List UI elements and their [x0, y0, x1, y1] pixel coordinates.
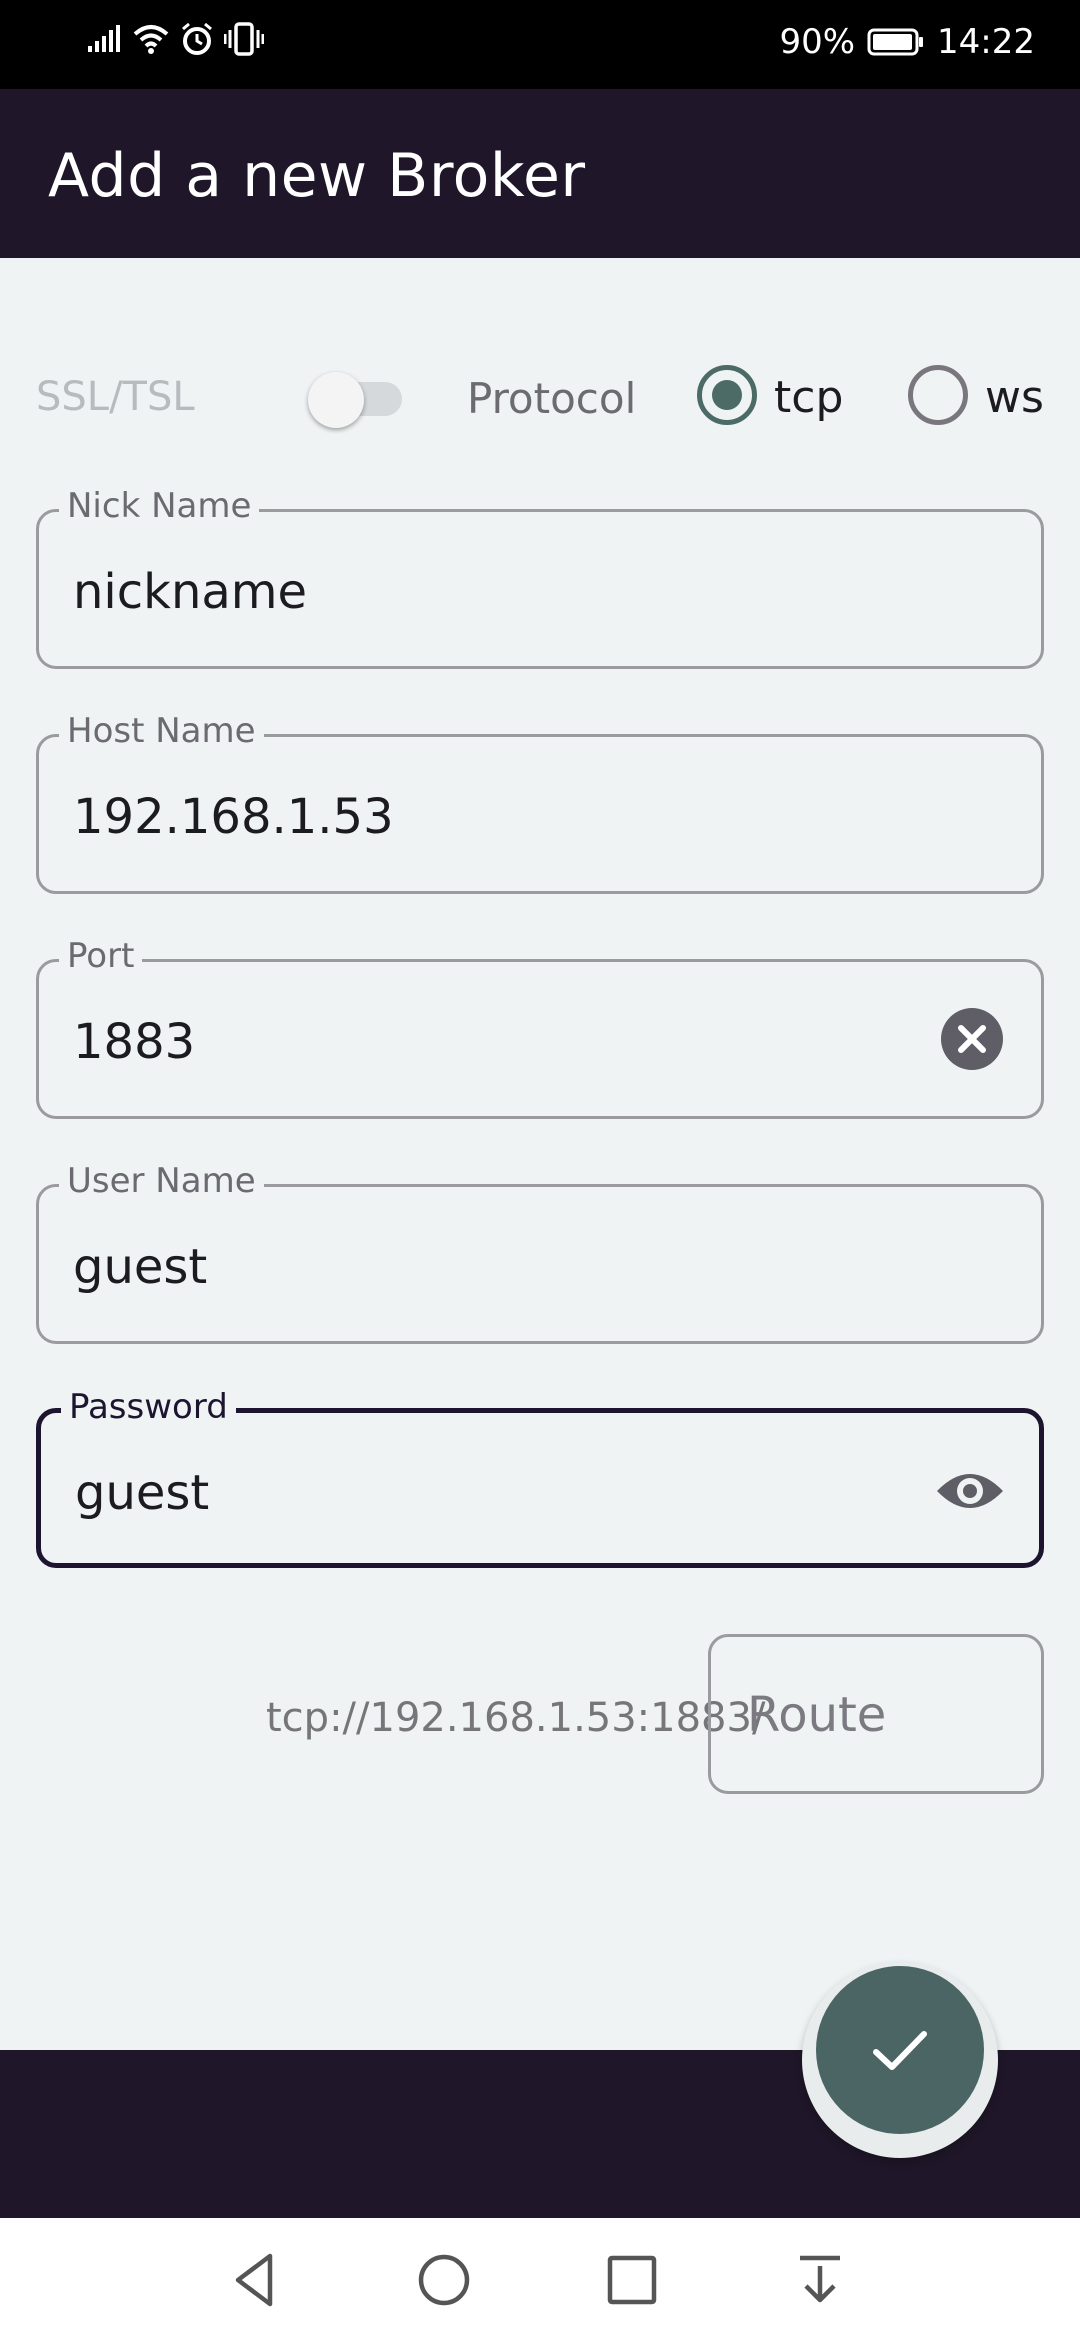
vibrate-icon — [224, 22, 264, 56]
connection-options-row: SSL/TSL Protocol tcp ws — [0, 350, 1080, 440]
clear-icon[interactable] — [941, 1008, 1003, 1070]
home-icon[interactable] — [412, 2248, 476, 2312]
ssl-toggle[interactable] — [308, 372, 404, 428]
alarm-icon — [182, 22, 212, 55]
route-placeholder: Route — [747, 1687, 887, 1743]
notifications-pull-icon[interactable] — [788, 2248, 852, 2312]
broker-url-preview: tcp://192.168.1.53:1883/ — [266, 1695, 766, 1741]
protocol-radio-ws[interactable] — [908, 365, 968, 425]
password-value[interactable]: guest — [75, 1465, 209, 1521]
clock: 14:22 — [937, 22, 1035, 62]
port-value[interactable]: 1883 — [73, 1014, 195, 1070]
password-field[interactable]: Password guest — [36, 1387, 1044, 1568]
battery-icon — [867, 28, 924, 56]
back-icon[interactable] — [224, 2248, 288, 2312]
nick-name-field[interactable]: Nick Name nickname — [36, 486, 1044, 669]
battery-percentage: 90% — [779, 22, 856, 62]
checkmark-icon — [873, 2031, 927, 2070]
host-name-label: Host Name — [59, 711, 264, 751]
visibility-eye-icon[interactable] — [935, 1463, 1005, 1519]
page-title: Add a new Broker — [48, 141, 586, 211]
port-field[interactable]: Port 1883 — [36, 936, 1044, 1119]
protocol-label: Protocol — [467, 374, 637, 423]
protocol-radio-tcp[interactable] — [697, 365, 757, 425]
protocol-radio-tcp-label[interactable]: tcp — [774, 372, 843, 423]
wifi-icon — [133, 25, 169, 54]
host-name-field[interactable]: Host Name 192.168.1.53 — [36, 711, 1044, 894]
status-bar: 90% 14:22 — [0, 0, 1080, 89]
nick-name-value[interactable]: nickname — [73, 564, 307, 620]
password-label: Password — [61, 1387, 236, 1427]
route-input[interactable]: Route — [708, 1634, 1044, 1794]
protocol-radio-ws-label[interactable]: ws — [985, 372, 1044, 423]
signal-icon — [88, 25, 120, 52]
confirm-button[interactable] — [816, 1966, 984, 2134]
user-name-value[interactable]: guest — [73, 1239, 207, 1295]
host-name-value[interactable]: 192.168.1.53 — [73, 789, 394, 845]
user-name-label: User Name — [59, 1161, 264, 1201]
system-nav-bar — [0, 2218, 1080, 2340]
port-label: Port — [59, 936, 143, 976]
user-name-field[interactable]: User Name guest — [36, 1161, 1044, 1344]
nick-name-label: Nick Name — [59, 486, 260, 526]
recents-icon[interactable] — [600, 2248, 664, 2312]
ssl-toggle-thumb — [308, 372, 364, 428]
app-bar: Add a new Broker — [0, 89, 1080, 258]
ssl-label: SSL/TSL — [36, 374, 195, 420]
